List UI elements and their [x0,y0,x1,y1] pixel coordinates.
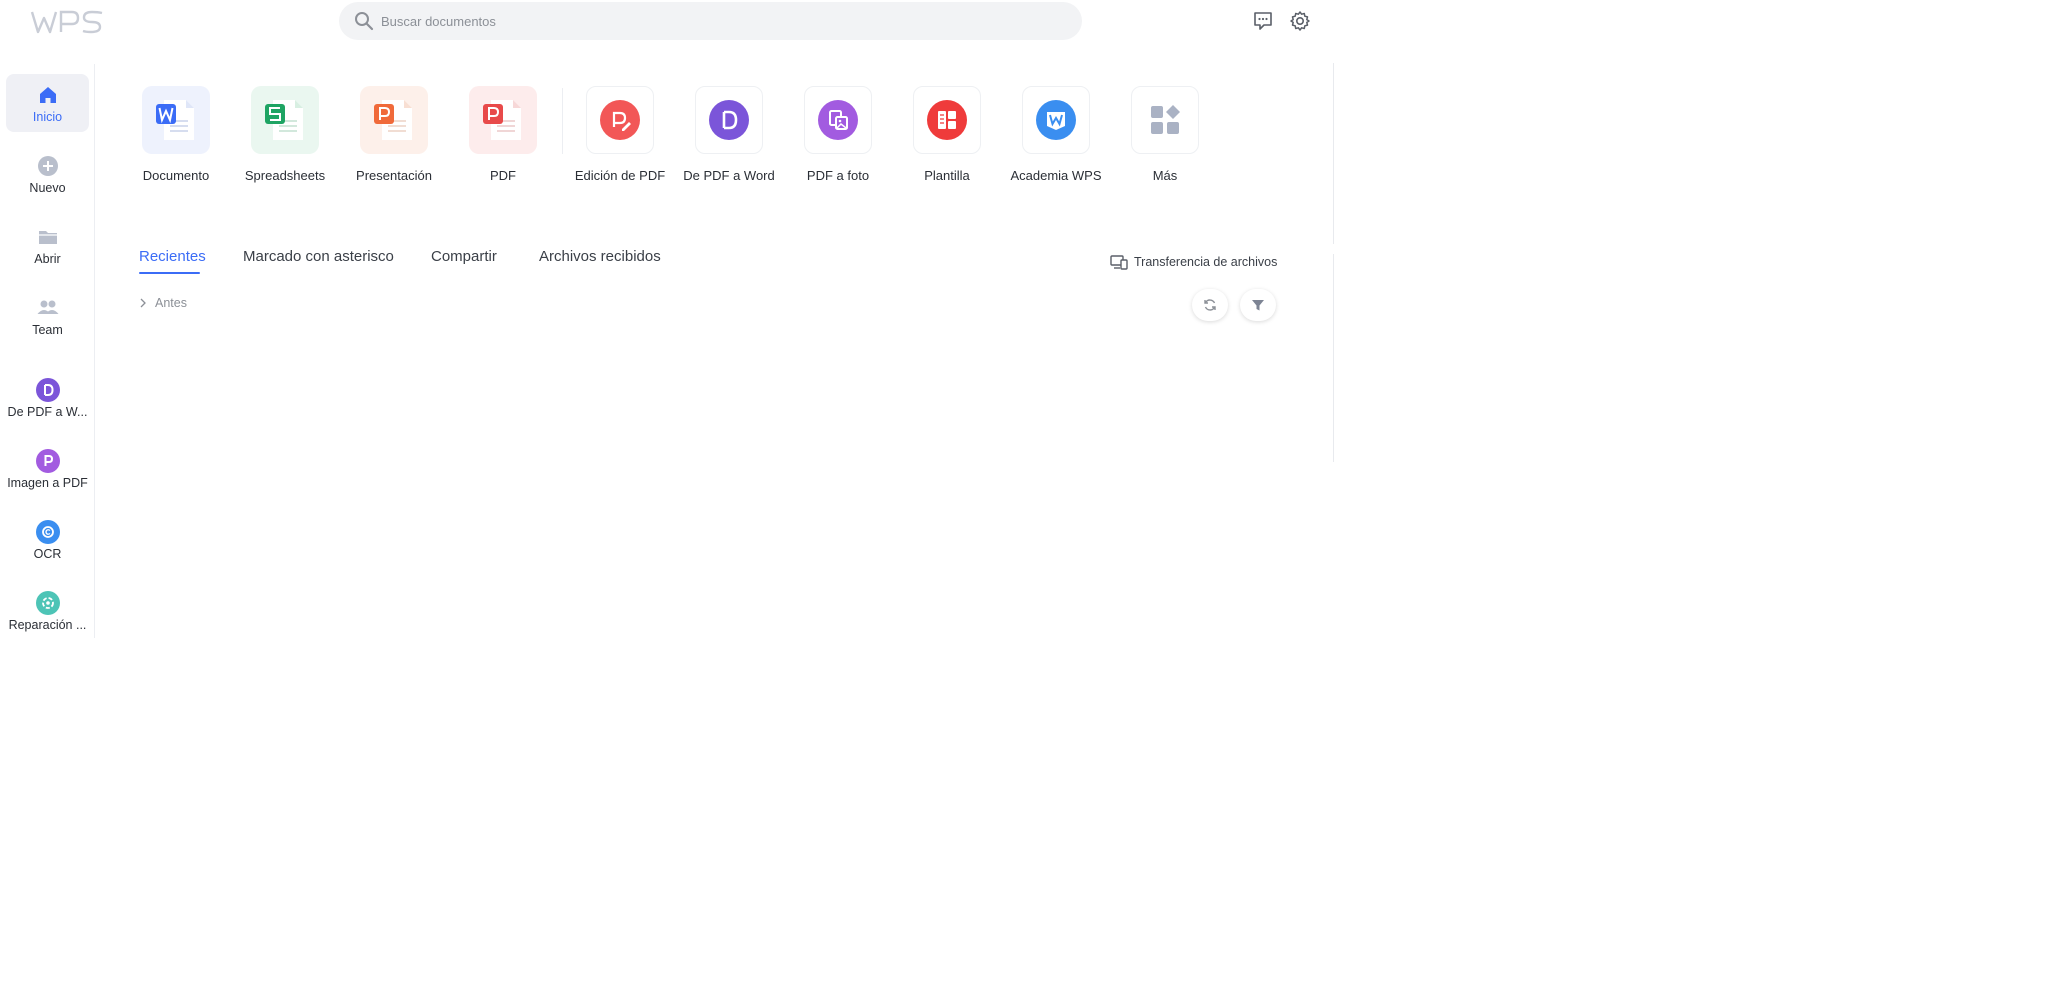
tile-pdf[interactable]: PDF [451,86,555,183]
ocr-icon [35,520,60,544]
tile-divider [562,88,563,154]
pdf-to-photo-icon [804,86,872,154]
tile-label: Spreadsheets [244,168,326,183]
tile-label: PDF a foto [806,168,870,183]
image-to-pdf-icon [35,449,60,473]
sidebar-item-label: Abrir [34,252,61,266]
sidebar-item-team[interactable]: Team [6,287,89,345]
tile-label: Plantilla [924,168,970,183]
academy-icon [1022,86,1090,154]
sidebar-item-pdf-to-word[interactable]: De PDF a W... [6,369,89,427]
monitor-phone-icon [1110,255,1128,270]
home-icon [36,83,60,107]
sidebar-item-label: Team [32,323,63,337]
tile-label: Más [1152,168,1178,183]
filter-button[interactable] [1240,289,1276,321]
sidebar-item-inicio[interactable]: Inicio [6,74,89,132]
spreadsheet-icon [251,86,319,154]
settings-gear-icon[interactable] [1288,9,1312,33]
sidebar-item-label: De PDF a W... [7,405,88,419]
refresh-button[interactable] [1192,289,1228,321]
tab-marcado-con-asterisco[interactable]: Marcado con asterisco [243,248,394,265]
right-panel-divider [1333,63,1334,244]
repair-icon [35,591,60,615]
wps-logo [30,9,106,35]
template-icon [913,86,981,154]
tile-plantilla[interactable]: Plantilla [895,86,999,183]
pdf-edit-icon [586,86,654,154]
tile-pdf-to-word[interactable]: De PDF a Word [677,86,781,183]
file-transfer-label: Transferencia de archivos [1134,255,1278,269]
search-placeholder: Buscar documentos [381,13,496,29]
file-group-label: Antes [155,296,187,310]
plus-circle-icon [36,154,60,178]
sidebar-item-label: Imagen a PDF [7,476,88,490]
sidebar-item-label: Reparación ... [8,618,87,632]
tile-label: Academia WPS [1010,168,1102,183]
tile-label: Documento [142,168,210,183]
sidebar-item-label: OCR [33,547,62,561]
file-group-antes[interactable]: Antes [139,296,187,310]
sidebar-item-image-to-pdf[interactable]: Imagen a PDF [6,440,89,498]
tile-label: PDF [490,168,516,183]
sidebar-item-abrir[interactable]: Abrir [6,216,89,274]
search-icon [355,12,374,31]
tile-presentacion[interactable]: Presentación [342,86,446,183]
more-apps-icon [1131,86,1199,154]
tab-recientes[interactable]: Recientes [139,248,206,265]
tile-pdf-to-photo[interactable]: PDF a foto [786,86,890,183]
tile-label: De PDF a Word [683,168,775,183]
filter-icon [1252,300,1264,311]
tile-label: Edición de PDF [574,168,666,183]
pdf-to-word-icon [695,86,763,154]
sidebar-item-repair[interactable]: Reparación ... [6,582,89,640]
sidebar-item-ocr[interactable]: OCR [6,511,89,569]
file-transfer-button[interactable]: Transferencia de archivos [1110,254,1277,270]
folder-icon [36,225,60,249]
tile-pdf-edit[interactable]: Edición de PDF [568,86,672,183]
sidebar-item-nuevo[interactable]: Nuevo [6,145,89,203]
pdf-icon [469,86,537,154]
sidebar-item-label: Inicio [32,110,63,124]
refresh-icon [1204,299,1216,311]
sidebar: Inicio Nuevo Abrir Team De PDF a W... Im… [0,64,95,638]
tab-archivos-recibidos[interactable]: Archivos recibidos [539,248,661,265]
tile-mas[interactable]: Más [1113,86,1217,183]
tab-compartir[interactable]: Compartir [431,248,497,265]
writer-doc-icon [142,86,210,154]
sidebar-item-label: Nuevo [29,181,66,195]
search-input[interactable]: Buscar documentos [339,2,1082,40]
tile-label: Presentación [356,168,432,183]
tile-spreadsheets[interactable]: Spreadsheets [233,86,337,183]
presentation-icon [360,86,428,154]
right-panel-divider [1333,254,1334,462]
team-icon [36,296,60,320]
chevron-right-icon [140,298,146,308]
tile-academia-wps[interactable]: Academia WPS [1004,86,1108,183]
active-tab-indicator [139,272,200,274]
chat-icon[interactable] [1251,9,1275,33]
tile-documento[interactable]: Documento [124,86,228,183]
pdf-to-word-icon [35,378,60,402]
